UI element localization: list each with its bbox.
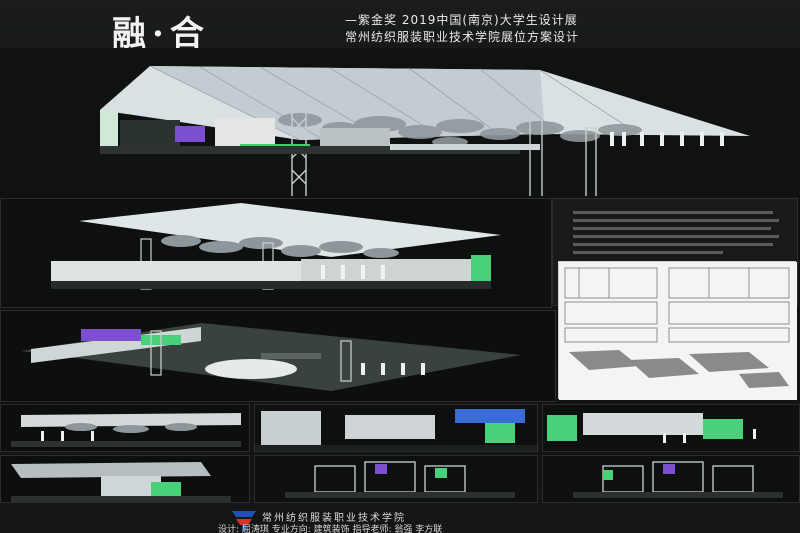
poster-board: 融·合 —紫金奖 2019中国(南京)大学生设计展 常州纺织服装职业技术学院展位…	[0, 0, 800, 533]
poster-footer: 常州纺织服装职业技术学院 设计: 屈涛琪 专业方向: 建筑装饰 指导老师: 翁强…	[218, 506, 578, 533]
thumbnail-render-1	[0, 404, 250, 452]
render-panel-2	[0, 198, 552, 308]
thumbnail-render-4	[0, 455, 250, 503]
render-panel-3	[0, 310, 556, 402]
hero-render	[0, 48, 800, 196]
thumbnail-render-3	[542, 404, 800, 452]
plan-drawings-panel	[558, 261, 797, 400]
thumbnail-render-6	[542, 455, 800, 503]
poster-subtitle-award: —紫金奖 2019中国(南京)大学生设计展	[345, 13, 578, 27]
thumbnail-render-5	[254, 455, 538, 503]
design-credits: 设计: 屈涛琪 专业方向: 建筑装饰 指导老师: 翁强 李方联	[218, 525, 443, 533]
thumbnail-render-2	[254, 404, 538, 452]
poster-subtitle-project: 常州纺织服装职业技术学院展位方案设计	[345, 30, 580, 44]
